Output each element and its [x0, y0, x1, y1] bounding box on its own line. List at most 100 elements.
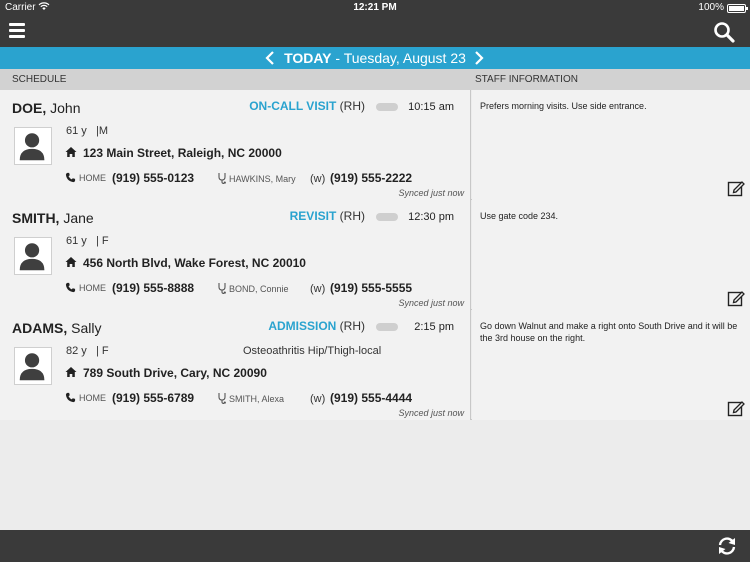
patient-sex: | F [95, 235, 109, 247]
person-silhouette-icon [14, 347, 52, 385]
house-icon [65, 367, 77, 377]
visit-type-label: REVISIT [289, 209, 337, 223]
battery-icon [727, 4, 748, 13]
schedule-header: SCHEDULE [12, 74, 67, 85]
clock: 12:21 PM [353, 2, 397, 13]
visit-row[interactable]: SMITH, Jane REVISIT (RH) 12:30 pm 61 y |… [0, 200, 750, 310]
patient-age-sex: 61 y | F [66, 235, 109, 247]
patient-name: ADAMS, Sally [12, 320, 101, 336]
home-phone[interactable]: (919) 555-6789 [112, 391, 194, 405]
patient-age: 61 y [66, 125, 87, 137]
visit-time: 10:15 am [408, 101, 454, 113]
battery-percent: 100% [698, 2, 724, 13]
home-phone[interactable]: (919) 555-8888 [112, 281, 194, 295]
work-phone[interactable]: (919) 555-2222 [330, 171, 412, 185]
hamburger-menu-icon[interactable] [9, 23, 25, 39]
visit-discipline: (RH) [336, 319, 365, 333]
visit-discipline: (RH) [336, 99, 365, 113]
patient-last-name: DOE, [12, 100, 47, 116]
home-phone-label: HOME [79, 173, 106, 183]
chevron-right-icon[interactable] [470, 50, 486, 66]
patient-sex: | F [95, 345, 109, 357]
top-navbar [0, 16, 750, 47]
visit-list: DOE, John ON-CALL VISIT (RH) 10:15 am 61… [0, 90, 750, 420]
stethoscope-icon [218, 283, 226, 294]
phone-icon [65, 282, 76, 293]
today-label: TODAY [284, 50, 332, 66]
patient-sex: |M [95, 125, 108, 137]
patient-name: SMITH, Jane [12, 210, 94, 226]
date-label: TODAY - Tuesday, August 23 [284, 50, 466, 66]
visit-type-label: ADMISSION [268, 319, 337, 333]
edit-note-icon[interactable] [727, 179, 745, 197]
visit-discipline: (RH) [336, 209, 365, 223]
bottom-toolbar [0, 530, 750, 562]
schedule-cell[interactable]: DOE, John ON-CALL VISIT (RH) 10:15 am 61… [0, 90, 471, 200]
visit-row[interactable]: ADAMS, Sally ADMISSION (RH) 2:15 pm 82 y… [0, 310, 750, 420]
schedule-cell[interactable]: SMITH, Jane REVISIT (RH) 12:30 pm 61 y |… [0, 200, 471, 310]
work-phone-label: (w) [310, 283, 326, 295]
staff-info-cell: Go down Walnut and make a right onto Sou… [472, 310, 750, 420]
house-icon [65, 257, 77, 267]
stethoscope-icon [218, 173, 226, 184]
search-icon[interactable] [713, 21, 735, 43]
patient-address[interactable]: 789 South Drive, Cary, NC 20090 [83, 366, 267, 380]
staff-info-cell: Use gate code 234. [472, 200, 750, 310]
patient-address[interactable]: 456 North Blvd, Wake Forest, NC 20010 [83, 256, 306, 270]
schedule-cell[interactable]: ADAMS, Sally ADMISSION (RH) 2:15 pm 82 y… [0, 310, 471, 420]
patient-name: DOE, John [12, 100, 80, 116]
patient-age: 82 y [66, 345, 87, 357]
visit-status-toggle[interactable] [376, 323, 398, 331]
chevron-left-icon[interactable] [263, 50, 279, 66]
visit-type-label: ON-CALL VISIT [249, 99, 337, 113]
home-phone[interactable]: (919) 555-0123 [112, 171, 194, 185]
sync-status: Synced just now [398, 188, 464, 198]
visit-time: 12:30 pm [408, 211, 454, 223]
staff-note: Go down Walnut and make a right onto Sou… [480, 321, 738, 343]
work-phone-label: (w) [310, 173, 326, 185]
edit-note-icon[interactable] [727, 399, 745, 417]
staff-note: Use gate code 234. [480, 211, 559, 221]
sync-status: Synced just now [398, 298, 464, 308]
work-phone[interactable]: (919) 555-4444 [330, 391, 412, 405]
patient-first-name: Sally [67, 320, 102, 336]
date-navigator: TODAY - Tuesday, August 23 [0, 47, 750, 69]
patient-age: 61 y [66, 235, 87, 247]
patient-last-name: SMITH, [12, 210, 60, 226]
column-headers: SCHEDULE STAFF INFORMATION [0, 69, 750, 90]
visit-row[interactable]: DOE, John ON-CALL VISIT (RH) 10:15 am 61… [0, 90, 750, 200]
stethoscope-icon [218, 393, 226, 404]
staff-info-cell: Prefers morning visits. Use side entranc… [472, 90, 750, 200]
visit-type: ON-CALL VISIT (RH) [200, 99, 365, 113]
patient-last-name: ADAMS, [12, 320, 68, 336]
clinician-name: SMITH, Alexa [229, 394, 285, 404]
house-icon [65, 147, 77, 157]
diagnosis: Osteoathritis Hip/Thigh-local [243, 345, 382, 357]
visit-type: REVISIT (RH) [200, 209, 365, 223]
phone-icon [65, 392, 76, 403]
patient-age-sex: 82 y | F [66, 345, 109, 357]
person-silhouette-icon [14, 127, 52, 165]
patient-address[interactable]: 123 Main Street, Raleigh, NC 20000 [83, 146, 282, 160]
visit-status-toggle[interactable] [376, 213, 398, 221]
clinician-name: HAWKINS, Mary [229, 174, 296, 184]
visit-time: 2:15 pm [414, 321, 454, 333]
battery-fill [729, 6, 744, 11]
home-phone-label: HOME [79, 393, 106, 403]
clinician-name: BOND, Connie [229, 284, 289, 294]
phone-icon [65, 172, 76, 183]
staff-info-header: STAFF INFORMATION [475, 74, 578, 85]
status-bar: Carrier 12:21 PM 100% [0, 0, 750, 16]
patient-age-sex: 61 y |M [66, 125, 108, 137]
patient-first-name: Jane [59, 210, 94, 226]
work-phone[interactable]: (919) 555-5555 [330, 281, 412, 295]
visit-status-toggle[interactable] [376, 103, 398, 111]
edit-note-icon[interactable] [727, 289, 745, 307]
staff-note: Prefers morning visits. Use side entranc… [480, 101, 647, 111]
patient-first-name: John [46, 100, 81, 116]
work-phone-label: (w) [310, 393, 326, 405]
person-silhouette-icon [14, 237, 52, 275]
date-text: - Tuesday, August 23 [331, 50, 466, 66]
sync-icon[interactable] [716, 535, 738, 557]
visit-type: ADMISSION (RH) [200, 319, 365, 333]
